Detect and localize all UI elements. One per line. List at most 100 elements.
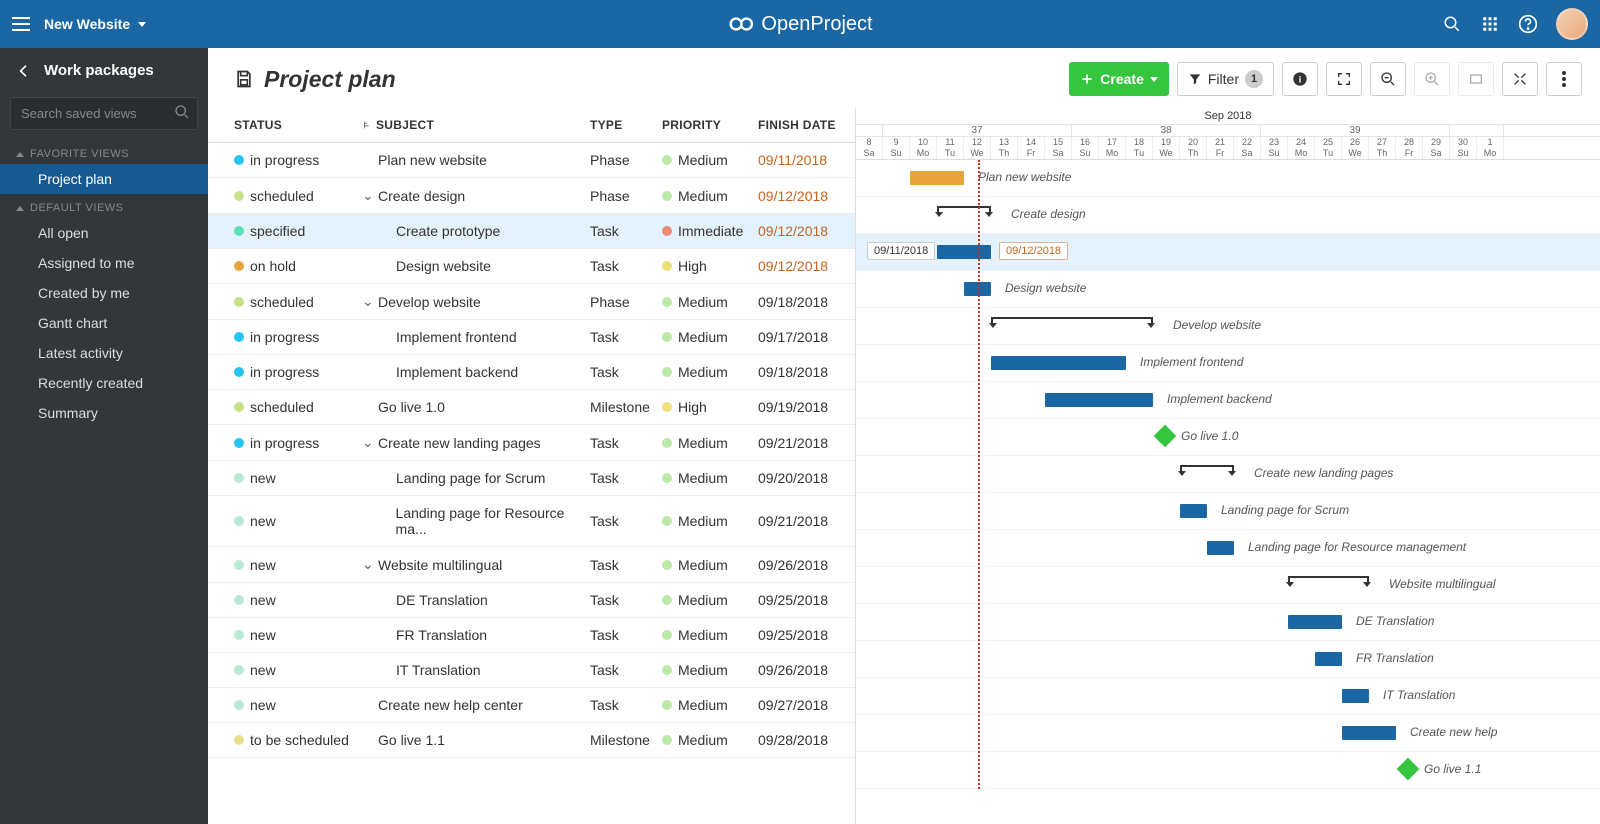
milestone-icon[interactable] bbox=[1397, 758, 1420, 781]
gantt-row[interactable]: Implement frontend bbox=[856, 345, 1600, 382]
table-row[interactable]: specifiedCreate prototypeTaskImmediate09… bbox=[208, 214, 855, 249]
gantt-bracket[interactable] bbox=[991, 317, 1153, 323]
apps-icon[interactable] bbox=[1480, 14, 1500, 34]
table-row[interactable]: newCreate new help centerTaskMedium09/27… bbox=[208, 688, 855, 723]
gantt-bracket[interactable] bbox=[1288, 576, 1369, 582]
table-row[interactable]: newLanding page for Resource ma...TaskMe… bbox=[208, 496, 855, 547]
gantt-bar[interactable] bbox=[1180, 504, 1207, 518]
gantt-bracket[interactable] bbox=[937, 206, 991, 212]
zen-button[interactable] bbox=[1458, 62, 1494, 96]
expand-button[interactable] bbox=[1502, 62, 1538, 96]
gantt-row[interactable]: DE Translation bbox=[856, 604, 1600, 641]
table-row[interactable]: in progressImplement frontendTaskMedium0… bbox=[208, 320, 855, 355]
gantt-bar[interactable] bbox=[910, 171, 964, 185]
sidebar-item[interactable]: Recently created bbox=[0, 368, 208, 398]
gantt-bar[interactable] bbox=[1045, 393, 1153, 407]
sidebar-item[interactable]: Gantt chart bbox=[0, 308, 208, 338]
sidebar-group[interactable]: FAVORITE VIEWS bbox=[0, 140, 208, 164]
caret-icon[interactable]: ⌄ bbox=[362, 293, 372, 310]
gantt-bar[interactable] bbox=[1342, 726, 1396, 740]
gantt-row[interactable]: Website multilingual bbox=[856, 567, 1600, 604]
gantt-bracket[interactable] bbox=[1180, 465, 1234, 471]
type-text: Task bbox=[590, 513, 662, 529]
table-row[interactable]: scheduled⌄Create designPhaseMedium09/12/… bbox=[208, 178, 855, 214]
gantt-row[interactable]: Design website bbox=[856, 271, 1600, 308]
search-icon[interactable] bbox=[1442, 14, 1462, 34]
caret-icon[interactable]: ⌄ bbox=[362, 434, 372, 451]
table-row[interactable]: on holdDesign websiteTaskHigh09/12/2018 bbox=[208, 249, 855, 284]
table-row[interactable]: newDE TranslationTaskMedium09/25/2018 bbox=[208, 583, 855, 618]
gantt-bar[interactable] bbox=[937, 245, 991, 259]
fullscreen-button[interactable] bbox=[1326, 62, 1362, 96]
col-subject[interactable]: SUBJECT bbox=[362, 118, 590, 132]
finish-text: 09/19/2018 bbox=[758, 399, 854, 415]
gantt-bar[interactable] bbox=[991, 356, 1126, 370]
gantt-row[interactable]: Create design bbox=[856, 197, 1600, 234]
table-row[interactable]: in progressImplement backendTaskMedium09… bbox=[208, 355, 855, 390]
gantt-row[interactable]: 09/11/201809/12/2018 bbox=[856, 234, 1600, 271]
sidebar-item[interactable]: Assigned to me bbox=[0, 248, 208, 278]
gantt-row[interactable]: Go live 1.0 bbox=[856, 419, 1600, 456]
gantt-row[interactable]: Landing page for Scrum bbox=[856, 493, 1600, 530]
gantt-bar[interactable] bbox=[1342, 689, 1369, 703]
col-priority[interactable]: PRIORITY bbox=[662, 118, 758, 132]
finish-text: 09/27/2018 bbox=[758, 697, 854, 713]
sidebar-group[interactable]: DEFAULT VIEWS bbox=[0, 194, 208, 218]
table-row[interactable]: in progress⌄Create new landing pagesTask… bbox=[208, 425, 855, 461]
sidebar-item[interactable]: All open bbox=[0, 218, 208, 248]
filter-label: Filter bbox=[1208, 71, 1239, 87]
sidebar-title: Work packages bbox=[44, 62, 154, 79]
info-button[interactable]: i bbox=[1282, 62, 1318, 96]
table-row[interactable]: newIT TranslationTaskMedium09/26/2018 bbox=[208, 653, 855, 688]
save-icon[interactable] bbox=[234, 69, 254, 89]
gantt-row[interactable]: Implement backend bbox=[856, 382, 1600, 419]
day-cell: 25Tu bbox=[1315, 137, 1342, 159]
menu-icon[interactable] bbox=[12, 17, 30, 31]
gantt-row[interactable]: Develop website bbox=[856, 308, 1600, 345]
search-input[interactable] bbox=[10, 97, 198, 130]
col-status[interactable]: STATUS bbox=[234, 118, 362, 132]
sidebar-item[interactable]: Project plan bbox=[0, 164, 208, 194]
table-row[interactable]: to be scheduledGo live 1.1MilestoneMediu… bbox=[208, 723, 855, 758]
sidebar-header[interactable]: Work packages bbox=[0, 48, 208, 93]
col-type[interactable]: TYPE bbox=[590, 118, 662, 132]
caret-icon[interactable]: ⌄ bbox=[362, 556, 372, 573]
table-row[interactable]: newLanding page for ScrumTaskMedium09/20… bbox=[208, 461, 855, 496]
gantt-row[interactable]: IT Translation bbox=[856, 678, 1600, 715]
type-text: Task bbox=[590, 223, 662, 239]
gantt-row[interactable]: FR Translation bbox=[856, 641, 1600, 678]
sidebar-item[interactable]: Summary bbox=[0, 398, 208, 428]
zoom-in-button[interactable] bbox=[1414, 62, 1450, 96]
table-row[interactable]: new⌄Website multilingualTaskMedium09/26/… bbox=[208, 547, 855, 583]
filter-button[interactable]: Filter 1 bbox=[1177, 62, 1274, 96]
day-cell: 15Sa bbox=[1045, 137, 1072, 159]
avatar[interactable] bbox=[1556, 8, 1588, 40]
table-row[interactable]: in progressPlan new websitePhaseMedium09… bbox=[208, 143, 855, 178]
gantt-row[interactable]: Go live 1.1 bbox=[856, 752, 1600, 789]
gantt-row[interactable]: Plan new website bbox=[856, 160, 1600, 197]
help-icon[interactable] bbox=[1518, 14, 1538, 34]
back-icon bbox=[16, 63, 32, 79]
caret-icon[interactable]: ⌄ bbox=[362, 187, 372, 204]
project-selector[interactable]: New Website bbox=[44, 16, 146, 32]
gantt-row[interactable]: Create new help bbox=[856, 715, 1600, 752]
sidebar-item[interactable]: Created by me bbox=[0, 278, 208, 308]
more-button[interactable] bbox=[1546, 62, 1582, 96]
sidebar-item[interactable]: Latest activity bbox=[0, 338, 208, 368]
table-row[interactable]: scheduledGo live 1.0MilestoneHigh09/19/2… bbox=[208, 390, 855, 425]
col-finish[interactable]: FINISH DATE bbox=[758, 118, 854, 132]
gantt-row[interactable]: Create new landing pages bbox=[856, 456, 1600, 493]
status-text: scheduled bbox=[250, 399, 314, 415]
zoom-out-button[interactable] bbox=[1370, 62, 1406, 96]
gantt-bar[interactable] bbox=[1207, 541, 1234, 555]
table-row[interactable]: scheduled⌄Develop websitePhaseMedium09/1… bbox=[208, 284, 855, 320]
table-row[interactable]: newFR TranslationTaskMedium09/25/2018 bbox=[208, 618, 855, 653]
gantt-row[interactable]: Landing page for Resource management bbox=[856, 530, 1600, 567]
gantt-pane[interactable]: Sep 2018 373839 8Sa9Su10Mo11Tu12We13Th14… bbox=[856, 108, 1600, 824]
milestone-icon[interactable] bbox=[1154, 425, 1177, 448]
create-button[interactable]: Create bbox=[1069, 62, 1169, 96]
priority-text: Medium bbox=[678, 364, 728, 380]
gantt-bar[interactable] bbox=[1288, 615, 1342, 629]
gantt-bar[interactable] bbox=[1315, 652, 1342, 666]
day-cell: 20Th bbox=[1180, 137, 1207, 159]
